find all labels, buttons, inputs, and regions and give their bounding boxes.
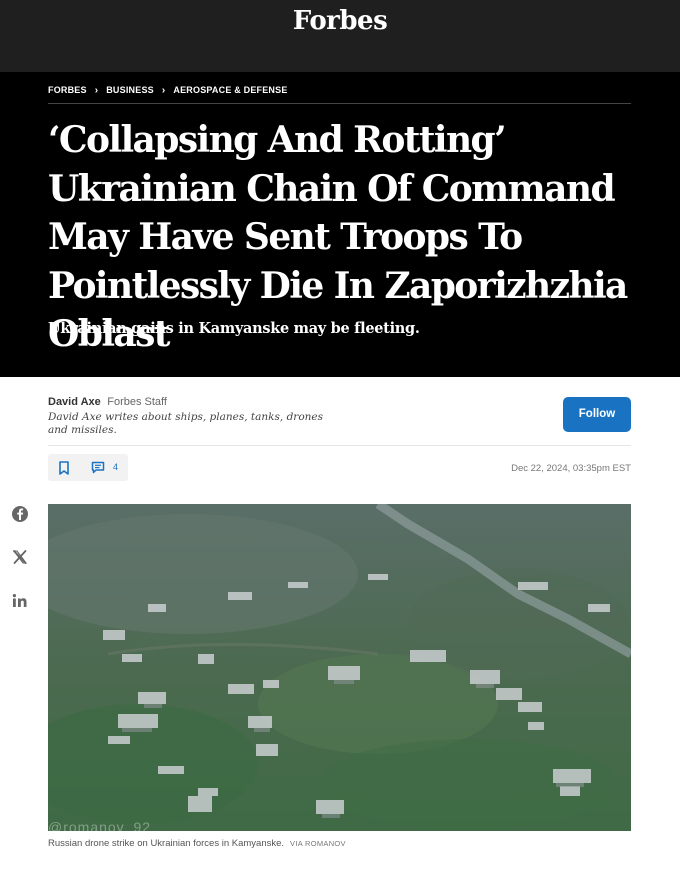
breadcrumb-item-aerospace-defense[interactable]: AEROSPACE & DEFENSE xyxy=(173,85,287,95)
breadcrumb-item-business[interactable]: BUSINESS xyxy=(106,85,154,95)
breadcrumb-item-forbes[interactable]: FORBES xyxy=(48,85,87,95)
follow-button[interactable]: Follow xyxy=(563,397,631,432)
x-icon[interactable] xyxy=(11,548,29,566)
photo-caption-text: Russian drone strike on Ukrainian forces… xyxy=(48,838,285,849)
article-dek: Ukrainian gains in Kamyanske may be flee… xyxy=(48,320,420,337)
author-role: Forbes Staff xyxy=(107,396,167,408)
photo-watermark: @romanov_92 xyxy=(48,819,152,831)
photo-credit: VIA ROMANOV xyxy=(290,839,346,848)
article-actions: 4 xyxy=(48,454,128,481)
photo-caption: Russian drone strike on Ukrainian forces… xyxy=(48,838,346,849)
comment-count[interactable]: 4 xyxy=(113,462,118,472)
forbes-logo[interactable]: Forbes xyxy=(0,4,680,38)
chevron-right-icon: › xyxy=(94,85,99,96)
author-bio: David Axe writes about ships, planes, ta… xyxy=(48,411,323,436)
facebook-icon[interactable] xyxy=(11,505,29,523)
breadcrumb-divider xyxy=(48,103,631,104)
comment-icon[interactable] xyxy=(91,461,105,474)
byline-divider xyxy=(48,445,631,446)
author-byline: David Axe Forbes Staff xyxy=(48,392,167,410)
bookmark-icon[interactable] xyxy=(58,461,70,475)
chevron-right-icon: › xyxy=(161,85,166,96)
linkedin-icon[interactable] xyxy=(11,592,29,610)
breadcrumb: FORBES › BUSINESS › AEROSPACE & DEFENSE xyxy=(48,85,288,96)
publish-date: Dec 22, 2024, 03:35pm EST xyxy=(511,463,631,474)
site-header: Forbes xyxy=(0,0,680,72)
author-name[interactable]: David Axe xyxy=(48,396,101,408)
article-photo[interactable]: @romanov_92 xyxy=(48,504,631,831)
